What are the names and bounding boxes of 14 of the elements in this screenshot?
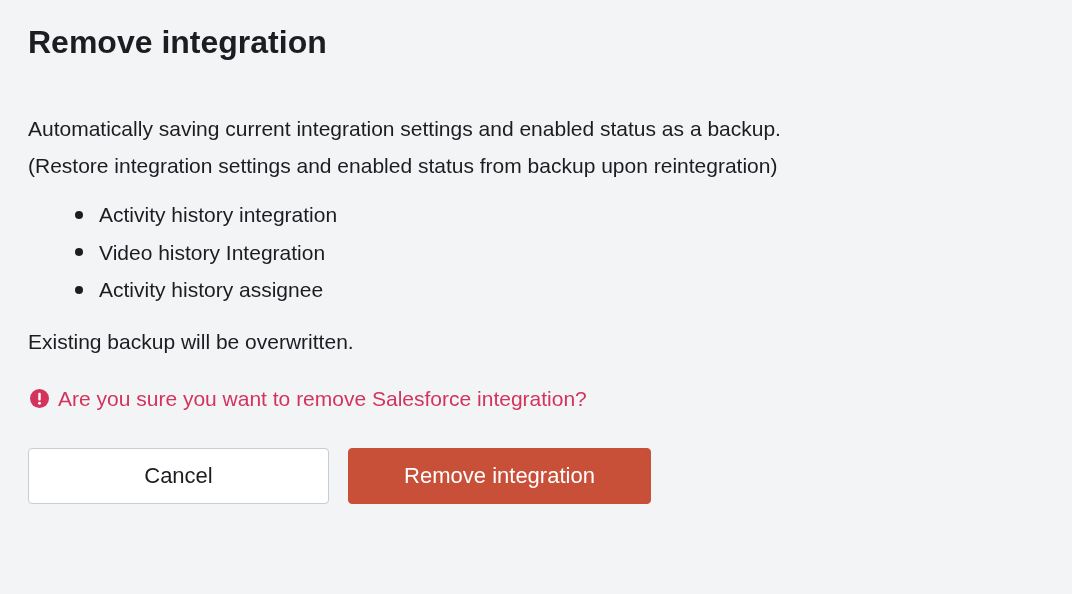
bullet-icon	[75, 210, 83, 219]
bullet-icon	[75, 285, 83, 294]
warning-text: Are you sure you want to remove Salesforce integration?	[58, 385, 587, 412]
bullet-icon	[75, 248, 83, 257]
cancel-button[interactable]: Cancel	[28, 447, 329, 504]
list-item: Activity history integration	[99, 202, 338, 228]
description-text: Automatically saving current integration settings and enabled status as a backup.	[28, 116, 782, 142]
warning-icon	[30, 389, 49, 408]
list-item: Video history Integration	[99, 239, 326, 266]
note-text: Existing backup will be overwritten.	[28, 328, 355, 355]
list-item: Activity history assignee	[99, 277, 324, 303]
remove-button[interactable]: Remove integration	[348, 447, 651, 504]
dialog-title: Remove integration	[28, 23, 328, 62]
description-text: (Restore integration settings and enabled status from backup upon reintegration)	[28, 153, 779, 179]
